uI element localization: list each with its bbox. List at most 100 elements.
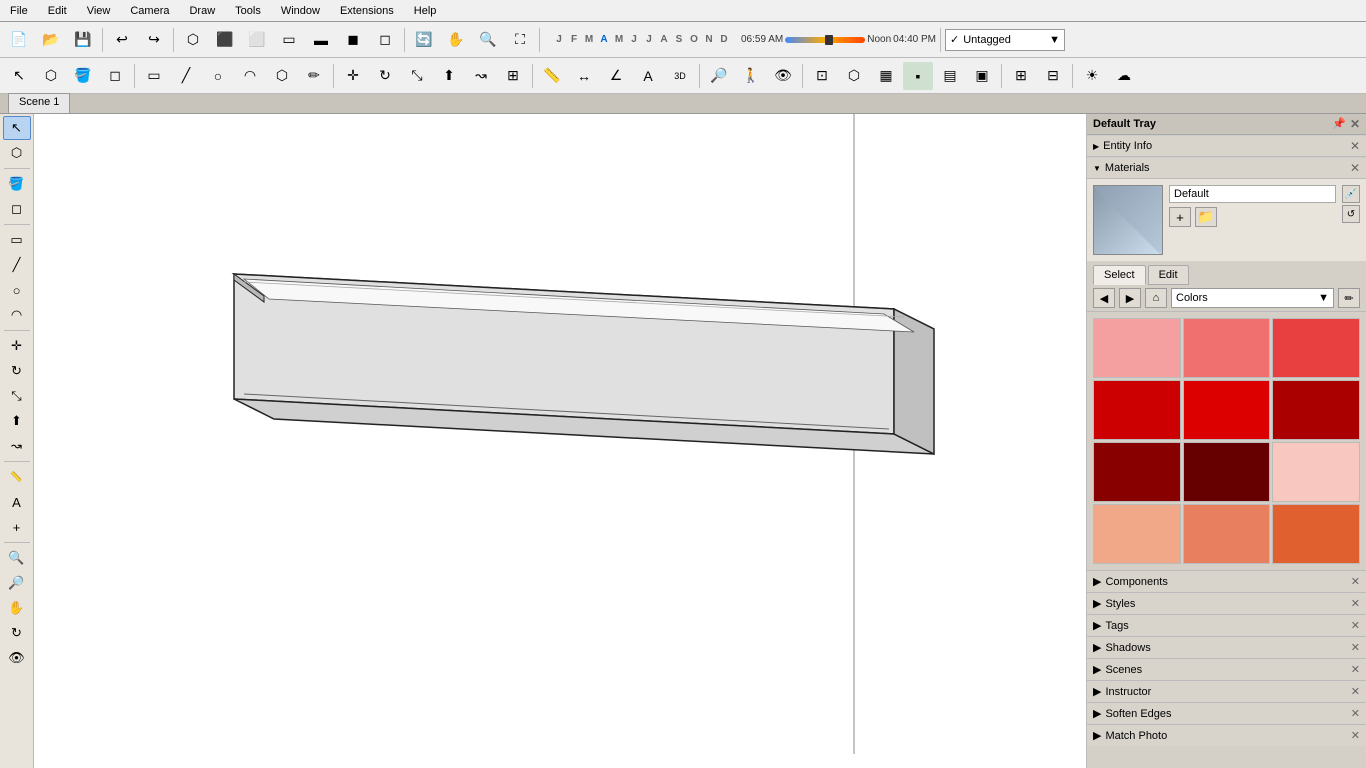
color-cell-10[interactable] [1093,504,1181,564]
material-name-input[interactable] [1169,185,1336,203]
nav-back-btn[interactable]: ◀ [1093,288,1115,308]
toolbar-scale2[interactable]: ⤡ [402,62,432,90]
section-close-icon-5[interactable]: ✕ [1351,685,1360,698]
toolbar-fog[interactable]: ☁ [1109,62,1139,90]
toolbar-line2[interactable]: ╱ [171,62,201,90]
color-cell-11[interactable] [1183,504,1271,564]
toolbar-section-cut[interactable]: ⊟ [1038,62,1068,90]
color-cell-7[interactable] [1093,442,1181,502]
material-add-btn[interactable]: + [1169,207,1191,227]
toolbar-move2[interactable]: ✛ [338,62,368,90]
canvas-area[interactable] [34,114,1086,768]
toolbar-pan2[interactable]: ✋ [441,26,471,54]
section-close-icon-1[interactable]: ✕ [1351,597,1360,610]
edit-tab[interactable]: Edit [1148,265,1189,285]
tool-zoomwindow3[interactable]: 🔎 [3,571,31,595]
toolbar-text2[interactable]: A [633,62,663,90]
tool-move[interactable]: ✛ [3,334,31,358]
toolbar-shadows2[interactable]: ☀ [1077,62,1107,90]
nav-home-btn[interactable]: ⌂ [1145,288,1167,308]
toolbar-save[interactable]: 💾 [68,26,98,54]
tool-tape[interactable]: 📏 [3,465,31,489]
section-header-1[interactable]: ▶ Styles ✕ [1087,593,1366,614]
sun-slider[interactable] [785,37,865,43]
toolbar-sections[interactable]: ⊞ [1006,62,1036,90]
section-header-2[interactable]: ▶ Tags ✕ [1087,615,1366,636]
color-cell-12[interactable] [1272,504,1360,564]
toolbar-rectangle2[interactable]: ▭ [139,62,169,90]
toolbar-open[interactable]: 📂 [36,26,66,54]
toolbar-pushpull2[interactable]: ⬆ [434,62,464,90]
toolbar-tape2[interactable]: 📏 [537,62,567,90]
tool-scale[interactable]: ⤡ [3,384,31,408]
toolbar-dimension[interactable]: ↔ [569,62,599,90]
nav-forward-btn[interactable]: ▶ [1119,288,1141,308]
toolbar-top[interactable]: ⬛ [210,26,240,54]
tool-zoom3[interactable]: 🔍 [3,546,31,570]
menu-item-view[interactable]: View [81,3,117,19]
section-close-icon-4[interactable]: ✕ [1351,663,1360,676]
toolbar-eraser2[interactable]: ◻ [100,62,130,90]
section-close-icon-7[interactable]: ✕ [1351,729,1360,742]
tool-pushpull[interactable]: ⬆ [3,409,31,433]
toolbar-redo[interactable]: ↪ [139,26,169,54]
toolbar-undo[interactable]: ↩ [107,26,137,54]
color-cell-8[interactable] [1183,442,1271,502]
toolbar-freehand[interactable]: ✏ [299,62,329,90]
section-header-4[interactable]: ▶ Scenes ✕ [1087,659,1366,680]
menu-item-tools[interactable]: Tools [229,3,267,19]
section-header-0[interactable]: ▶ Components ✕ [1087,571,1366,592]
toolbar-xray[interactable]: ⊡ [807,62,837,90]
close-icon[interactable]: ✕ [1350,117,1360,131]
toolbar-shaded[interactable]: ▪ [903,62,933,90]
pencil-btn[interactable]: ✏ [1338,288,1360,308]
tool-followme[interactable]: ↝ [3,434,31,458]
menu-item-edit[interactable]: Edit [42,3,73,19]
toolbar-wireframe[interactable]: ⬡ [839,62,869,90]
toolbar-polygon[interactable]: ⬡ [267,62,297,90]
tool-text[interactable]: A [3,490,31,514]
toolbar-rotate2[interactable]: ↻ [370,62,400,90]
color-cell-4[interactable] [1093,380,1181,440]
tool-lookaround2[interactable]: 👁 [3,646,31,670]
toolbar-new[interactable]: 📄 [4,26,34,54]
toolbar-monochrome[interactable]: ▣ [967,62,997,90]
entity-info-close-icon[interactable]: ✕ [1350,139,1360,153]
materials-close-icon[interactable]: ✕ [1350,161,1360,175]
toolbar-paint2[interactable]: 🪣 [68,62,98,90]
section-close-icon-2[interactable]: ✕ [1351,619,1360,632]
toolbar-right[interactable]: ▭ [274,26,304,54]
menu-item-file[interactable]: File [4,3,34,19]
toolbar-hidden[interactable]: ▦ [871,62,901,90]
section-header-3[interactable]: ▶ Shadows ✕ [1087,637,1366,658]
tool-orbit3[interactable]: ↻ [3,621,31,645]
toolbar-back[interactable]: ▬ [306,26,336,54]
tool-paint[interactable]: 🪣 [3,172,31,196]
tool-eraser[interactable]: ◻ [3,197,31,221]
section-header-5[interactable]: ▶ Instructor ✕ [1087,681,1366,702]
materials-section-header[interactable]: ▼ Materials ✕ [1087,157,1366,179]
toolbar-zoomextents[interactable]: ⛶ [505,26,535,54]
tool-select[interactable]: ↖ [3,116,31,140]
select-tab[interactable]: Select [1093,265,1146,285]
tool-circle[interactable]: ○ [3,278,31,302]
section-close-icon-3[interactable]: ✕ [1351,641,1360,654]
section-close-icon-0[interactable]: ✕ [1351,575,1360,588]
toolbar-orbit[interactable]: 🔄 [409,26,439,54]
color-cell-5[interactable] [1183,380,1271,440]
menu-item-extensions[interactable]: Extensions [334,3,400,19]
color-cell-6[interactable] [1272,380,1360,440]
toolbar-zoomwindow2[interactable]: 🔎 [704,62,734,90]
toolbar-select2[interactable]: ↖ [4,62,34,90]
toolbar-arc2[interactable]: ◠ [235,62,265,90]
toolbar-angle[interactable]: ∠ [601,62,631,90]
pin-icon[interactable]: 📌 [1332,117,1346,131]
tool-rectangle[interactable]: ▭ [3,228,31,252]
tool-arc[interactable]: ◠ [3,303,31,327]
toolbar-circle2[interactable]: ○ [203,62,233,90]
section-close-icon-6[interactable]: ✕ [1351,707,1360,720]
menu-item-camera[interactable]: Camera [124,3,175,19]
material-browse-btn[interactable]: 📁 [1195,207,1217,227]
material-reset-btn[interactable]: ↺ [1342,205,1360,223]
toolbar-intersect[interactable]: ⊞ [498,62,528,90]
